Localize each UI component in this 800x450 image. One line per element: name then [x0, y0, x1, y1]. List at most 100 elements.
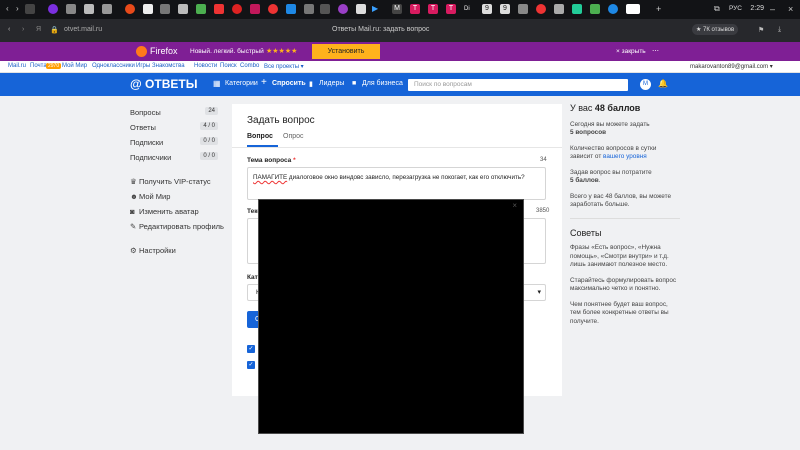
tab-favicon[interactable]	[518, 4, 528, 14]
tab-favicon[interactable]	[178, 4, 188, 14]
points-value: 48 баллов	[594, 103, 641, 113]
tab-favicon[interactable]	[268, 4, 278, 14]
nav-vip[interactable]: ♛ Получить VIP-статус	[130, 177, 211, 186]
misspelled-word: ПАМАГИТЕ	[253, 174, 288, 181]
tab-question[interactable]: Вопрос	[247, 133, 273, 140]
tab-manager-icon[interactable]: ⧉	[714, 4, 720, 14]
crown-icon: ♛	[130, 177, 137, 186]
nav-categories[interactable]: Категории	[225, 80, 258, 87]
search-box[interactable]: Поиск по вопросам	[408, 79, 628, 91]
topic-label: Тема вопроса *	[247, 157, 296, 164]
play-icon[interactable]: ▶	[372, 4, 382, 14]
tab-favicon[interactable]: M	[392, 4, 402, 14]
tab-favicon[interactable]	[536, 4, 546, 14]
nav-edit-profile[interactable]: ✎ Редактировать профиль	[130, 222, 226, 232]
count-badge: 24	[205, 107, 218, 115]
topic-input[interactable]: ПАМАГИТЕ диалоговое окно виндовс зависло…	[247, 167, 546, 200]
keyboard-language: РУС	[728, 5, 742, 12]
portal-link[interactable]: Знакомства	[152, 63, 185, 69]
tab-favicon[interactable]	[304, 4, 314, 14]
nav-subscriptions[interactable]: Подписки 0 / 0	[130, 137, 218, 147]
nav-settings[interactable]: ⚙ Настройки	[130, 246, 176, 255]
nav-ask[interactable]: Спросить	[272, 80, 306, 87]
tab-favicon[interactable]	[102, 4, 112, 14]
search-input[interactable]: Поиск по вопросам	[414, 81, 472, 88]
portal-link[interactable]: Почта	[30, 63, 47, 69]
forward-icon[interactable]: ›	[22, 26, 24, 33]
active-tab[interactable]	[626, 4, 640, 14]
tab-favicon[interactable]	[608, 4, 618, 14]
promo-close-button[interactable]: × закрыть	[616, 48, 646, 55]
tip-text: Чем понятнее будет ваш вопрос, тем более…	[570, 300, 669, 325]
nav-questions[interactable]: Вопросы 24	[130, 107, 218, 117]
tab-favicon[interactable]	[356, 4, 366, 14]
portal-link[interactable]: Мой Мир	[62, 63, 87, 69]
nav-my-world[interactable]: ☻Мой Мир	[130, 192, 170, 201]
nav-business[interactable]: Для бизнеса	[362, 80, 403, 87]
promo-menu-icon[interactable]: ⋯	[652, 47, 659, 55]
tab-favicon[interactable]	[66, 4, 76, 14]
tab-favicon[interactable]	[338, 4, 348, 14]
site-header: @ ОТВЕТЫ ▦ Категории + Спросить ▮ Лидеры…	[0, 73, 800, 96]
nav-link-label: Получить VIP-статус	[139, 177, 211, 186]
tab-favicon[interactable]	[160, 4, 170, 14]
download-icon[interactable]: ⤓	[778, 26, 781, 34]
camera-icon: ◙	[130, 207, 135, 216]
portal-bar: Mail.ru Почта 2970 Мой Мир Одноклассники…	[0, 61, 800, 73]
tab-favicon[interactable]: Di	[464, 4, 474, 14]
tab-favicon[interactable]	[232, 4, 242, 14]
forward-arrow-icon[interactable]: ›	[16, 4, 19, 13]
dialog-close-icon[interactable]: ×	[512, 201, 517, 210]
tab-favicon[interactable]	[125, 4, 135, 14]
tab-favicon[interactable]: 9	[482, 4, 492, 14]
tab-favicon[interactable]	[143, 4, 153, 14]
portal-link[interactable]: Новости	[194, 63, 217, 69]
portal-link[interactable]: Mail.ru	[8, 63, 26, 69]
checkbox-2[interactable]: ✓	[247, 361, 255, 369]
nav-answers[interactable]: Ответы 4 / 0	[130, 122, 218, 132]
portal-link[interactable]: Поиск	[220, 63, 237, 69]
avatar[interactable]: M	[640, 79, 651, 90]
tab-poll[interactable]: Опрос	[283, 133, 304, 140]
tab-favicon[interactable]	[25, 4, 35, 14]
tab-favicon[interactable]	[84, 4, 94, 14]
tab-favicon[interactable]	[214, 4, 224, 14]
portal-link[interactable]: Игры	[136, 63, 150, 69]
minimize-icon[interactable]: –	[770, 4, 775, 14]
portal-link[interactable]: Все проекты ▾	[264, 63, 304, 70]
bell-icon[interactable]: 🔔	[658, 79, 668, 88]
tab-favicon[interactable]: 9	[500, 4, 510, 14]
portal-link[interactable]: Combo	[240, 63, 259, 69]
tab-favicon[interactable]	[554, 4, 564, 14]
tab-favicon[interactable]	[48, 4, 58, 14]
level-link[interactable]: вашего уровня	[603, 153, 647, 160]
nav-label: Подписчики	[130, 153, 172, 162]
close-window-icon[interactable]: ×	[788, 4, 793, 14]
tab-favicon[interactable]: T	[410, 4, 420, 14]
bookmark-icon[interactable]: ⚑	[758, 26, 764, 34]
tab-favicon[interactable]	[286, 4, 296, 14]
user-email[interactable]: makarovanton89@gmail.com ▾	[690, 63, 773, 70]
tab-favicon[interactable]: T	[446, 4, 456, 14]
install-button[interactable]: Установить	[312, 44, 380, 59]
checkbox-1[interactable]: ✓	[247, 345, 255, 353]
nav-leaders[interactable]: Лидеры	[319, 80, 344, 87]
nav-subscribers[interactable]: Подписчики 0 / 0	[130, 152, 218, 162]
nav-link-label: Редактировать профиль	[139, 222, 224, 231]
tab-favicon[interactable]	[250, 4, 260, 14]
reviews-badge[interactable]: ★ 7К отзывов	[692, 24, 739, 35]
new-tab-icon[interactable]: +	[656, 4, 661, 14]
tab-favicon[interactable]: T	[428, 4, 438, 14]
nav-change-avatar[interactable]: ◙ Изменить аватар	[130, 207, 199, 216]
portal-link[interactable]: Одноклассники	[92, 63, 135, 69]
otvety-logo[interactable]: @ ОТВЕТЫ	[130, 77, 197, 91]
tab-favicon[interactable]	[572, 4, 582, 14]
tab-favicon[interactable]	[590, 4, 600, 14]
back-arrow-icon[interactable]: ‹	[6, 4, 9, 13]
tab-favicon[interactable]	[196, 4, 206, 14]
frozen-dialog-window[interactable]: ×	[258, 199, 524, 434]
back-icon[interactable]: ‹	[8, 26, 10, 33]
yandex-icon[interactable]: Я	[36, 26, 41, 33]
url-field[interactable]: otvet.mail.ru	[64, 26, 102, 33]
tab-favicon[interactable]	[320, 4, 330, 14]
